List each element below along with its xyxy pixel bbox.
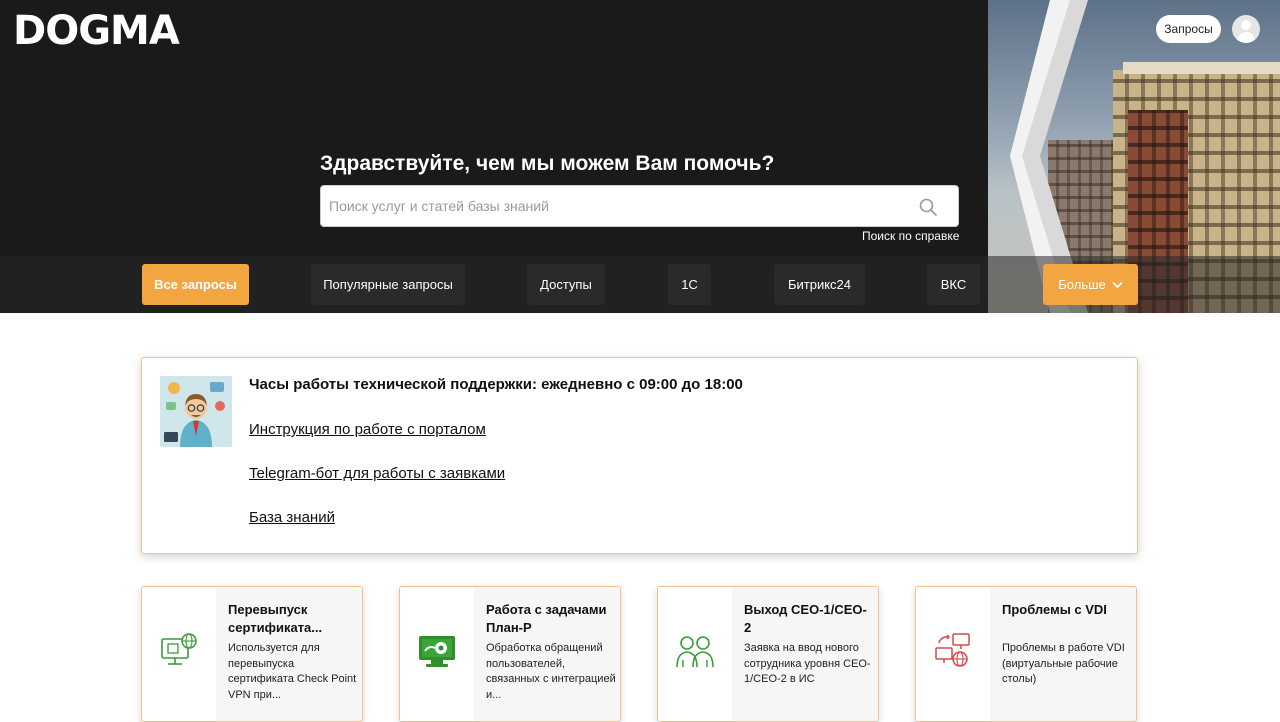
service-card-certificate[interactable]: Перевыпуск сертификата... Используется д… (141, 586, 363, 722)
tab-bitrix24[interactable]: Битрикс24 (774, 264, 865, 305)
tab-vks[interactable]: ВКС (927, 264, 980, 305)
support-hours-title: Часы работы технической поддержки: ежедн… (249, 376, 743, 393)
network-sync-icon (935, 633, 970, 667)
greeting-heading: Здравствуйте, чем мы можем Вам помочь? (320, 152, 775, 175)
knowledge-base-link[interactable]: База знаний (249, 509, 335, 526)
monitor-gear-icon (419, 636, 455, 667)
service-card-ceo[interactable]: Выход CEO-1/CEO-2 Заявка на ввод нового … (657, 586, 879, 722)
tab-more[interactable]: Больше (1043, 264, 1138, 305)
service-description: Заявка на ввод нового сотрудника уровня … (744, 642, 871, 685)
service-title: Работа с задачами План-Р (486, 602, 607, 635)
tab-popular-requests[interactable]: Популярные запросы (311, 264, 465, 305)
service-title: Выход CEO-1/CEO-2 (744, 602, 867, 635)
service-card-vdi[interactable]: Проблемы с VDI Проблемы в работе VDI (ви… (915, 586, 1137, 722)
search-box (320, 185, 959, 227)
service-description: Проблемы в работе VDI (виртуальные рабоч… (1002, 642, 1125, 685)
portal-instruction-link[interactable]: Инструкция по работе с порталом (249, 421, 486, 438)
users-icon (676, 636, 714, 668)
tab-more-label: Больше (1058, 277, 1106, 292)
chevron-down-icon (1112, 281, 1123, 288)
requests-button[interactable]: Запросы (1156, 15, 1221, 43)
search-help-link[interactable]: Поиск по справке (862, 229, 959, 243)
search-input[interactable] (329, 186, 909, 226)
search-icon[interactable] (918, 197, 938, 217)
service-title: Проблемы с VDI (1002, 602, 1107, 617)
service-description: Используется для перевыпуска сертификата… (228, 642, 357, 701)
service-card-plan-r[interactable]: Работа с задачами План-Р Обработка обращ… (399, 586, 621, 722)
telegram-bot-link[interactable]: Telegram-бот для работы с заявками (249, 465, 505, 482)
dogma-logo[interactable]: DOGMA (13, 8, 180, 54)
computer-globe-icon (161, 633, 197, 665)
user-avatar-icon[interactable] (1232, 15, 1260, 43)
service-description: Обработка обращений пользователей, связа… (486, 642, 616, 701)
tab-1c[interactable]: 1С (668, 264, 711, 305)
tab-all-requests[interactable]: Все запросы (142, 264, 249, 305)
support-agent-image (160, 376, 232, 447)
service-title: Перевыпуск сертификата... (228, 602, 323, 635)
tab-access[interactable]: Доступы (527, 264, 605, 305)
